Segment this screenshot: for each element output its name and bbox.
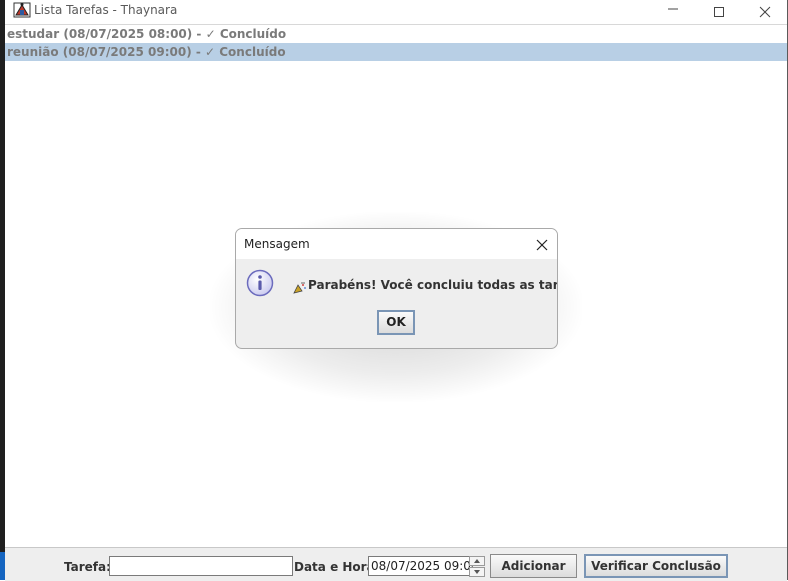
tarefa-input[interactable] [109, 556, 293, 576]
close-window-button[interactable] [742, 0, 788, 24]
datetime-spinner[interactable] [469, 556, 485, 577]
dialog-title: Mensagem [244, 237, 310, 251]
chevron-up-icon [474, 559, 480, 563]
add-task-button[interactable]: Adicionar [490, 554, 577, 578]
task-form: Tarefa: Data e Hora: 08/07/2025 09:00 Ad… [5, 547, 787, 581]
dialog-message: Parabéns! Você concluiu todas as tarefas… [308, 278, 557, 292]
chevron-down-icon [474, 570, 480, 574]
task-item-reuniao[interactable]: reunião (08/07/2025 09:00) - ✓ Concluído [5, 43, 787, 61]
verify-completion-button[interactable]: Verificar Conclusão [584, 554, 728, 578]
tarefa-label: Tarefa: [64, 560, 111, 574]
dialog-titlebar[interactable]: Mensagem [236, 229, 557, 259]
datetime-label: Data e Hora: [294, 560, 380, 574]
message-dialog: Mensagem Parabéns! Você concluiu todas a… [235, 228, 558, 349]
info-icon [246, 269, 274, 297]
ok-button[interactable]: OK [377, 310, 415, 335]
window-title: Lista Tarefas - Thaynara [34, 3, 178, 17]
dialog-close-button[interactable] [535, 237, 549, 251]
close-icon [759, 6, 771, 18]
app-icon [13, 1, 31, 19]
close-icon [536, 239, 548, 251]
minimize-button[interactable] [650, 0, 696, 24]
spinner-up-button[interactable] [469, 556, 485, 566]
task-item-estudar[interactable]: estudar (08/07/2025 08:00) - ✓ Concluído [5, 25, 787, 43]
maximize-button[interactable] [696, 0, 742, 24]
party-emoji-icon [293, 279, 307, 294]
datetime-field[interactable]: 08/07/2025 09:00 [368, 556, 473, 576]
window-titlebar[interactable]: Lista Tarefas - Thaynara [5, 0, 787, 25]
minimize-icon [668, 8, 678, 10]
spinner-down-button[interactable] [469, 567, 485, 577]
maximize-icon [714, 7, 724, 17]
